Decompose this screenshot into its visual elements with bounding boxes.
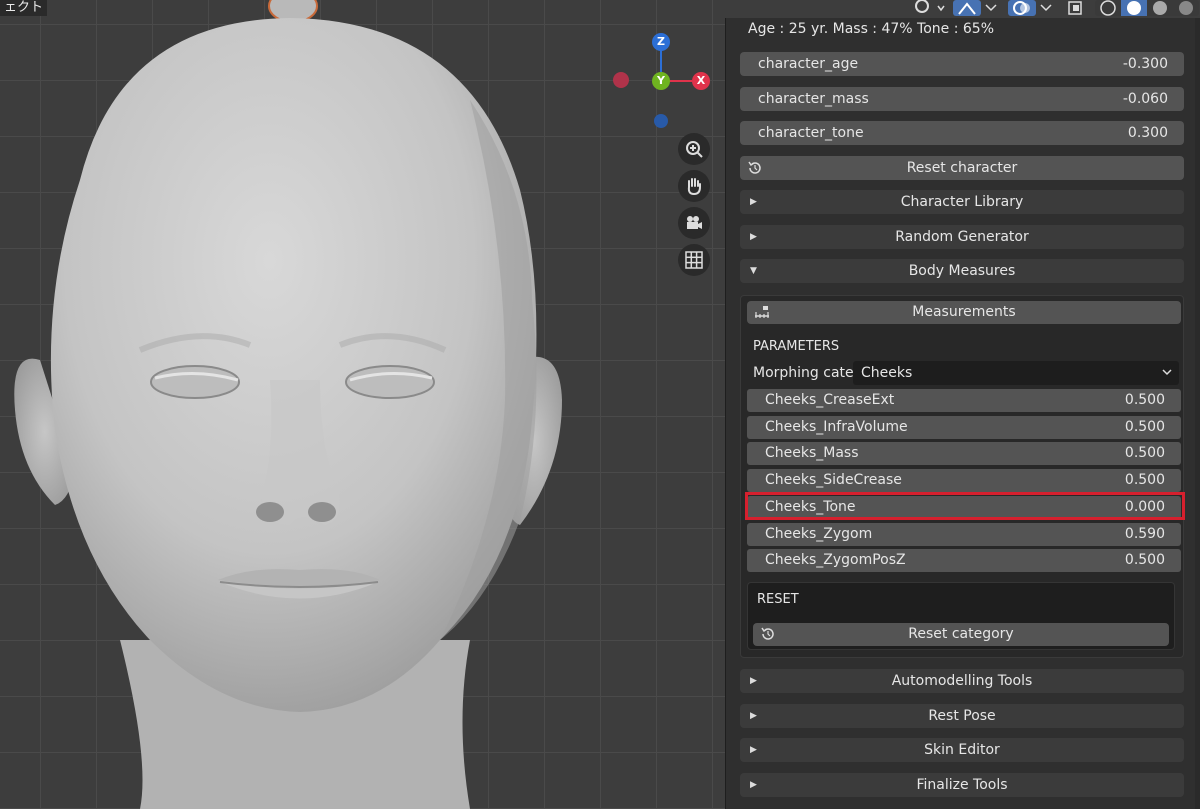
button-label: Reset category [908,626,1014,642]
section-label: Automodelling Tools [891,673,1033,689]
reset-box: RESET Reset category [747,582,1175,650]
gizmo-toggle-icon[interactable] [912,0,946,16]
param-slider-cheeks-tone[interactable]: Cheeks_Tone 0.000 [747,496,1181,519]
expand-triangle-icon: ▶ [750,676,757,686]
viewport-header-toolbar [905,0,1200,18]
zoom-icon[interactable] [678,133,710,165]
mb-lab-panel: Age : 25 yr. Mass : 47% Tone : 65% chara… [725,18,1200,809]
chevron-down-icon[interactable] [983,0,999,16]
select-value: Cheeks [861,365,913,381]
chevron-down-icon[interactable] [1038,0,1054,16]
xray-icon[interactable] [1065,0,1087,16]
field-value: 0.300 [1127,125,1168,141]
panel-scrollbar[interactable] [1195,18,1200,809]
param-label: Cheeks_CreaseExt [765,392,895,408]
param-label: Cheeks_InfraVolume [765,419,908,435]
field-label: character_age [758,56,859,72]
overlay-toggle-icon[interactable] [953,0,981,16]
reset-icon [759,626,777,650]
param-value: 0.500 [1124,392,1165,408]
gizmo-neg-x-axis[interactable] [613,72,629,88]
param-value: 0.500 [1124,419,1165,435]
expand-triangle-icon: ▶ [750,745,757,755]
param-slider[interactable]: Cheeks_ZygomPosZ 0.500 [747,549,1181,572]
grid-icon[interactable] [678,244,710,276]
gizmo-y-axis[interactable]: Y [652,72,670,90]
section-skin-editor[interactable]: ▶ Skin Editor [740,738,1184,762]
param-slider[interactable]: Cheeks_CreaseExt 0.500 [747,389,1181,412]
reset-category-button[interactable]: Reset category [753,623,1169,646]
morphing-category-select[interactable]: Cheeks [853,361,1179,385]
section-label: Finalize Tools [916,777,1008,793]
section-rest-pose[interactable]: ▶ Rest Pose [740,704,1184,728]
param-value: 0.500 [1124,552,1165,568]
gizmo-neg-z-axis[interactable] [654,114,668,128]
param-value: 0.000 [1124,499,1165,515]
expand-triangle-icon: ▶ [750,232,757,242]
section-body-measures[interactable]: ▼ Body Measures [740,259,1184,283]
section-label: Character Library [900,194,1024,210]
param-label: Cheeks_Mass [765,445,859,461]
section-label: Body Measures [908,263,1016,279]
button-label: Measurements [912,304,1016,320]
expand-triangle-icon: ▶ [750,780,757,790]
gizmo-x-axis[interactable]: X [692,72,710,90]
3d-viewport[interactable]: ェクト Z Y X [0,0,725,809]
section-finalize-tools[interactable]: ▶ Finalize Tools [740,773,1184,797]
section-label: Rest Pose [928,708,996,724]
collapse-triangle-icon: ▼ [750,266,757,276]
character-tone-slider[interactable]: character_tone 0.300 [740,121,1184,145]
chevron-down-icon [1161,365,1173,383]
field-value: -0.300 [1122,56,1168,72]
param-slider[interactable]: Cheeks_Zygom 0.590 [747,523,1181,546]
field-value: -0.060 [1122,91,1168,107]
reset-icon [746,160,764,184]
character-info-text: Age : 25 yr. Mass : 47% Tone : 65% [748,21,995,37]
character-age-slider[interactable]: character_age -0.300 [740,52,1184,76]
field-label: character_mass [758,91,869,107]
param-value: 0.500 [1124,472,1165,488]
param-label: Cheeks_SideCrease [765,472,902,488]
character-mass-slider[interactable]: character_mass -0.060 [740,87,1184,111]
param-label: Cheeks_Zygom [765,526,873,542]
gizmo-z-axis[interactable]: Z [652,33,670,51]
expand-triangle-icon: ▶ [750,197,757,207]
morphing-category-label: Morphing cate.. [753,365,863,381]
param-slider[interactable]: Cheeks_Mass 0.500 [747,442,1181,465]
body-measures-content: Measurements PARAMETERS Morphing cate.. … [740,295,1184,658]
parameters-heading: PARAMETERS [753,339,840,354]
param-value: 0.590 [1124,526,1165,542]
measurements-button[interactable]: Measurements [747,301,1181,324]
reset-character-button[interactable]: Reset character [740,156,1184,180]
section-character-library[interactable]: ▶ Character Library [740,190,1184,214]
param-slider[interactable]: Cheeks_InfraVolume 0.500 [747,416,1181,439]
shading-mode-group [1095,0,1199,16]
button-label: Reset character [906,160,1018,176]
section-automodelling-tools[interactable]: ▶ Automodelling Tools [740,669,1184,693]
param-value: 0.500 [1124,445,1165,461]
field-label: character_tone [758,125,864,141]
expand-triangle-icon: ▶ [750,711,757,721]
section-random-generator[interactable]: ▶ Random Generator [740,225,1184,249]
param-label: Cheeks_ZygomPosZ [765,552,906,568]
param-label: Cheeks_Tone [765,499,856,515]
xray-toggle-icon[interactable] [1008,0,1036,16]
section-label: Random Generator [895,229,1029,245]
camera-icon[interactable] [678,207,710,239]
section-label: Skin Editor [924,742,1000,758]
param-slider[interactable]: Cheeks_SideCrease 0.500 [747,469,1181,492]
reset-heading: RESET [757,592,799,607]
gizmo-axes [660,49,692,82]
ruler-icon [753,304,771,328]
hand-pan-icon[interactable] [678,170,710,202]
